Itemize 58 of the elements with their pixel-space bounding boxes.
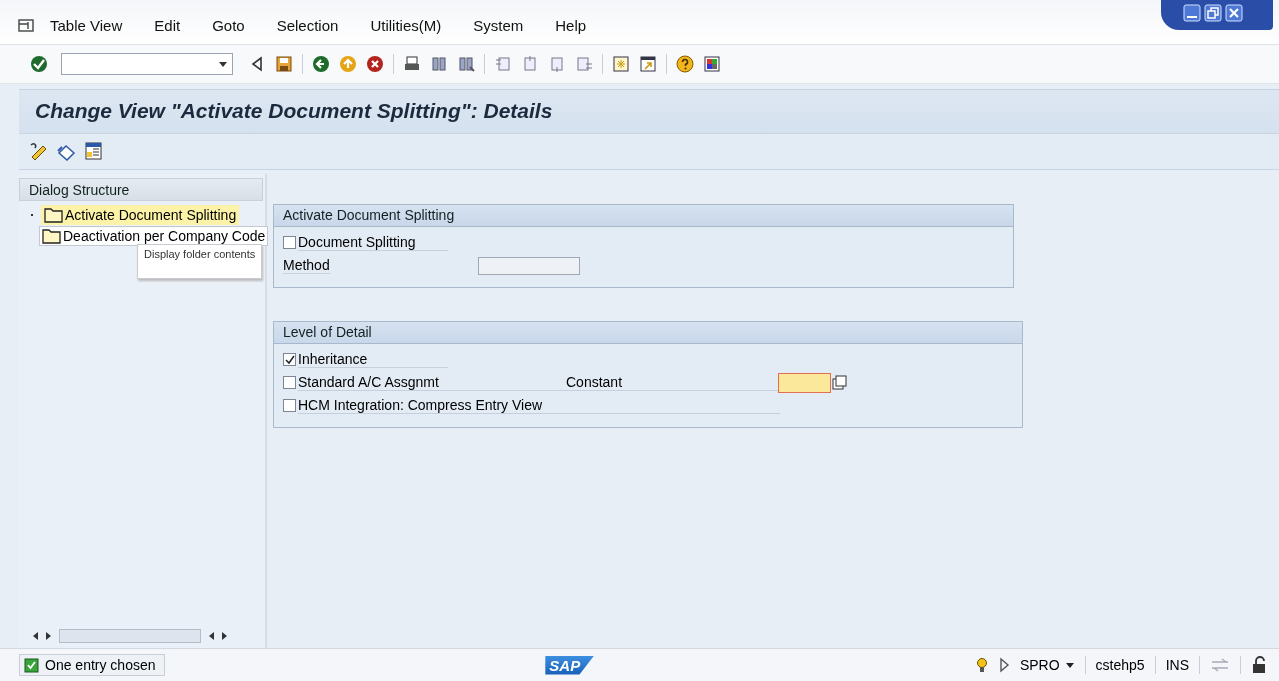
pencil-icon[interactable] [29, 141, 49, 161]
dropdown-caret-icon[interactable] [1064, 661, 1075, 669]
layout-icon[interactable] [703, 55, 721, 73]
success-icon [24, 657, 39, 673]
input-field[interactable] [778, 372, 831, 393]
cancel-icon[interactable] [366, 55, 384, 73]
input-mode: INS [1165, 657, 1189, 673]
print-icon[interactable] [403, 55, 421, 73]
group-title: Level of Detail [274, 322, 1022, 344]
scroll-right-icon[interactable] [45, 631, 53, 641]
checkbox-label: Standard A/C Assgnmt [298, 374, 566, 391]
checkmark-icon [284, 354, 295, 365]
checkbox[interactable] [283, 376, 296, 389]
tree-item[interactable]: Activate Document Splitting [41, 204, 240, 225]
checkbox-label: HCM Integration: Compress Entry View [298, 397, 780, 414]
field-value: Constant [566, 374, 778, 391]
menu-item[interactable]: System [457, 16, 540, 34]
command-field[interactable] [61, 53, 233, 75]
transaction-dropdown[interactable]: SPRO [1019, 657, 1075, 673]
restore-icon[interactable] [1204, 4, 1222, 22]
new-window-icon[interactable] [612, 55, 630, 73]
save-icon[interactable] [275, 55, 293, 73]
menu-item[interactable]: Table View [34, 16, 139, 34]
tree-item[interactable]: Deactivation per Company Code [39, 225, 269, 246]
menu-item[interactable]: Edit [138, 16, 197, 34]
menu-item[interactable]: Goto [196, 16, 261, 34]
close-icon[interactable] [1225, 4, 1243, 22]
scrollbar-thumb[interactable] [59, 629, 201, 643]
menu-item[interactable]: Selection [260, 16, 355, 34]
scroll-right-icon[interactable] [221, 631, 229, 641]
menu-item[interactable]: Help [539, 16, 603, 34]
checkbox-label: Document Splitting [298, 234, 448, 251]
minimize-icon[interactable] [1183, 4, 1201, 22]
expand-triangle-icon[interactable] [998, 657, 1010, 673]
details-icon[interactable] [83, 141, 103, 161]
checkbox[interactable] [283, 399, 296, 412]
check-icon[interactable] [30, 55, 48, 73]
help-icon[interactable] [676, 55, 694, 73]
checkbox-label: Inheritance [298, 351, 448, 368]
field-label: Method [283, 257, 330, 274]
shortcut-icon[interactable] [639, 55, 657, 73]
screen-title: Change View "Activate Document Splitting": Details [34, 98, 554, 124]
logo: SAP [545, 655, 595, 675]
input-field[interactable] [477, 256, 580, 275]
scroll-left-icon[interactable] [207, 631, 215, 641]
group-title: Activate Document Splitting [274, 205, 1013, 227]
checkbox[interactable] [283, 236, 296, 249]
panel-header: Dialog Structure [19, 178, 263, 201]
status-message: One entry chosen [19, 654, 165, 676]
checkbox[interactable] [283, 353, 296, 366]
scroll-left-icon[interactable] [31, 631, 39, 641]
server-name: cstehp5 [1095, 657, 1145, 673]
menu-item[interactable]: Utilities(M) [354, 16, 458, 34]
value-help-icon[interactable] [831, 374, 848, 391]
tooltip: Display folder contents [137, 244, 263, 279]
system-menu-icon[interactable] [18, 17, 34, 33]
bulb-icon[interactable] [974, 657, 989, 673]
back-icon[interactable] [312, 55, 330, 73]
